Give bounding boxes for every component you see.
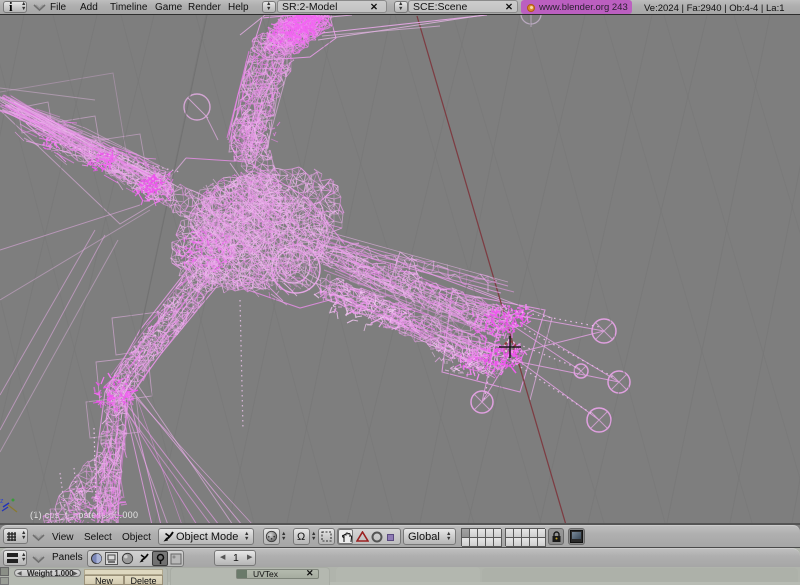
svg-text:z: z: [0, 498, 4, 505]
